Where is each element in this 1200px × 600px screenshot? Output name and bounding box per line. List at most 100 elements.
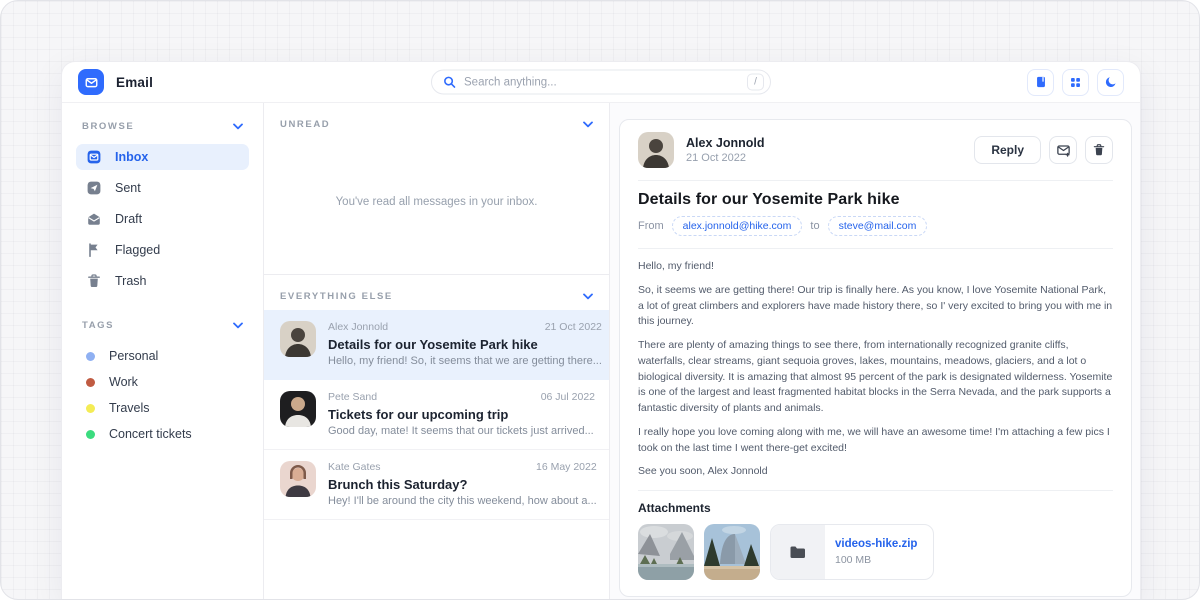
to-email-chip[interactable]: steve@mail.com xyxy=(828,216,928,236)
sidebar-item-label: Trash xyxy=(115,274,147,288)
tag-label: Personal xyxy=(109,349,158,363)
mail-list-item-kate[interactable]: Kate Gates 16 May 2022 Brunch this Satur… xyxy=(264,450,609,520)
reading-pane: Alex Jonnold 21 Oct 2022 Reply xyxy=(610,103,1140,599)
from-label: From xyxy=(638,220,664,232)
tag-label: Concert tickets xyxy=(109,427,192,441)
attachments-label: Attachments xyxy=(638,501,1113,515)
sent-icon xyxy=(86,180,102,196)
mail-subject: Details for our Yosemite Park hike xyxy=(328,337,602,352)
divider xyxy=(638,248,1113,249)
mail-list-column: UNREAD You've read all messages in your … xyxy=(264,103,610,599)
tag-item-travels[interactable]: Travels xyxy=(76,395,249,421)
body-paragraph: Hello, my friend! xyxy=(638,259,1113,275)
sidebar-item-label: Sent xyxy=(115,181,141,195)
page-background: Email Search anything... / xyxy=(0,0,1200,600)
tag-label: Travels xyxy=(109,401,150,415)
from-email-chip[interactable]: alex.jonnold@hike.com xyxy=(672,216,803,236)
tags-section-header[interactable]: TAGS xyxy=(76,320,249,331)
forward-mail-button[interactable] xyxy=(1049,136,1077,164)
tags-section: TAGS Personal Work xyxy=(76,320,249,447)
header-actions xyxy=(1027,69,1124,96)
moon-icon xyxy=(1104,75,1118,89)
photo-attachment-half-dome[interactable] xyxy=(704,524,760,580)
tag-items: Personal Work Travels Concert ticke xyxy=(76,343,249,447)
mail-list-item-alex[interactable]: Alex Jonnold 21 Oct 2022 Details for our… xyxy=(264,310,609,380)
tags-label: TAGS xyxy=(82,320,114,331)
flag-icon xyxy=(86,242,102,258)
mail-date: 06 Jul 2022 xyxy=(541,391,595,403)
file-icon-zone xyxy=(771,525,825,579)
tag-item-work[interactable]: Work xyxy=(76,369,249,395)
sender-name: Alex Jonnold xyxy=(686,136,764,150)
chevron-down-icon xyxy=(583,121,593,128)
content-area: BROWSE Inbox Sent Draft xyxy=(62,103,1140,599)
sidebar-item-sent[interactable]: Sent xyxy=(76,175,249,201)
everything-else-section: EVERYTHING ELSE Alex Jonnold 21 Oct 2022 xyxy=(264,274,609,520)
search-placeholder: Search anything... xyxy=(464,76,739,88)
mail-subject: Brunch this Saturday? xyxy=(328,477,597,492)
divider xyxy=(638,490,1113,491)
mail-list-item-pete[interactable]: Pete Sand 06 Jul 2022 Tickets for our up… xyxy=(264,380,609,450)
everything-else-header[interactable]: EVERYTHING ELSE xyxy=(264,275,609,310)
zip-attachment-card[interactable]: videos-hike.zip 100 MB xyxy=(770,524,934,580)
sidebar-item-label: Inbox xyxy=(115,150,148,164)
mail-sender: Alex Jonnold xyxy=(328,321,388,333)
notebook-button[interactable] xyxy=(1027,69,1054,96)
unread-empty-message: You've read all messages in your inbox. xyxy=(264,138,609,274)
sidebar-item-label: Flagged xyxy=(115,243,160,257)
folder-icon xyxy=(789,544,807,560)
mail-plus-icon xyxy=(1056,143,1071,158)
file-name: videos-hike.zip xyxy=(835,538,917,550)
draft-icon xyxy=(86,211,102,227)
trash-icon xyxy=(1092,143,1106,157)
attachments-row: videos-hike.zip 100 MB xyxy=(638,524,1113,580)
email-app-window: Email Search anything... / xyxy=(61,61,1141,599)
delete-mail-button[interactable] xyxy=(1085,136,1113,164)
detail-actions: Reply xyxy=(974,136,1113,164)
tag-item-personal[interactable]: Personal xyxy=(76,343,249,369)
mail-date: 16 May 2022 xyxy=(536,461,597,473)
search-icon xyxy=(443,76,456,89)
app-title: Email xyxy=(116,75,153,90)
tag-color-dot xyxy=(86,404,95,413)
body-paragraph: There are plenty of amazing things to se… xyxy=(638,338,1113,417)
search-input[interactable]: Search anything... / xyxy=(431,70,771,95)
sidebar: BROWSE Inbox Sent Draft xyxy=(62,103,264,599)
sidebar-item-trash[interactable]: Trash xyxy=(76,268,249,294)
file-info: videos-hike.zip 100 MB xyxy=(825,525,927,579)
tag-color-dot xyxy=(86,352,95,361)
unread-section-header[interactable]: UNREAD xyxy=(264,103,609,138)
file-size: 100 MB xyxy=(835,554,917,566)
everything-else-label: EVERYTHING ELSE xyxy=(280,291,393,302)
apps-grid-button[interactable] xyxy=(1062,69,1089,96)
dark-mode-toggle[interactable] xyxy=(1097,69,1124,96)
avatar xyxy=(280,321,316,357)
search-shortcut-badge: / xyxy=(747,74,764,91)
sidebar-item-flagged[interactable]: Flagged xyxy=(76,237,249,263)
body-paragraph: I really hope you love coming along with… xyxy=(638,425,1113,457)
mail-item-content: Pete Sand 06 Jul 2022 Tickets for our up… xyxy=(328,391,595,437)
mail-detail-header: Alex Jonnold 21 Oct 2022 Reply xyxy=(638,132,1113,181)
unread-section: UNREAD You've read all messages in your … xyxy=(264,103,609,274)
inbox-icon xyxy=(86,149,102,165)
app-brand: Email xyxy=(78,69,153,95)
mail-sender: Pete Sand xyxy=(328,391,377,403)
sidebar-item-draft[interactable]: Draft xyxy=(76,206,249,232)
tag-item-concert-tickets[interactable]: Concert tickets xyxy=(76,421,249,447)
mail-preview: Good day, mate! It seems that our ticket… xyxy=(328,425,595,437)
mail-detail-card: Alex Jonnold 21 Oct 2022 Reply xyxy=(619,119,1132,597)
sidebar-item-inbox[interactable]: Inbox xyxy=(76,144,249,170)
mail-preview: Hey! I'll be around the city this weeken… xyxy=(328,495,597,507)
browse-section-header[interactable]: BROWSE xyxy=(76,121,249,132)
photo-attachment-valley[interactable] xyxy=(638,524,694,580)
mail-subject-title: Details for our Yosemite Park hike xyxy=(638,191,1113,209)
browse-label: BROWSE xyxy=(82,121,134,132)
apps-grid-icon xyxy=(1069,76,1082,89)
body-paragraph: See you soon, Alex Jonnold xyxy=(638,464,1113,480)
trash-icon xyxy=(86,273,102,289)
sidebar-item-label: Draft xyxy=(115,212,142,226)
email-logo-icon xyxy=(78,69,104,95)
mail-sender: Kate Gates xyxy=(328,461,381,473)
unread-label: UNREAD xyxy=(280,119,330,130)
reply-button[interactable]: Reply xyxy=(974,136,1041,164)
